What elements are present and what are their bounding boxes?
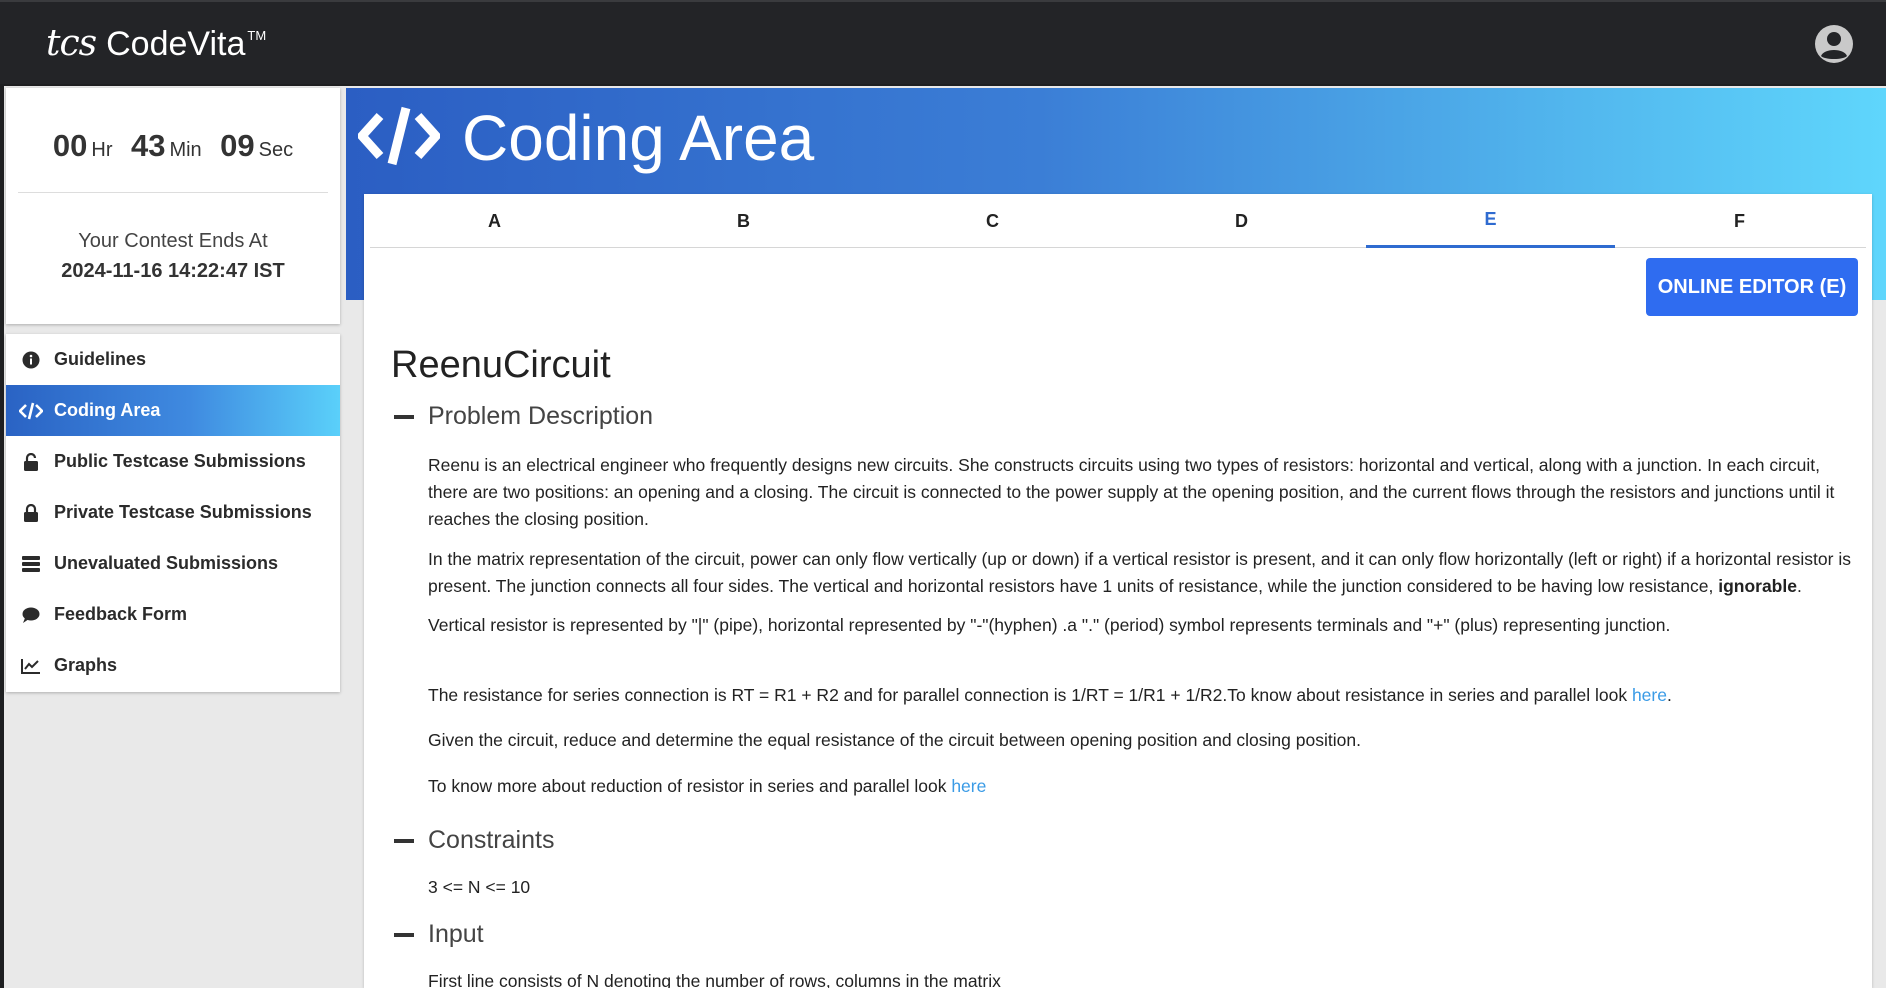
sidebar-item-label: Feedback Form bbox=[54, 604, 188, 624]
brand-tcs: tcs bbox=[46, 23, 97, 64]
description-paragraph-4: The resistance for series connection is … bbox=[428, 682, 1852, 709]
code-icon bbox=[358, 106, 440, 166]
brand-logo[interactable]: tcs CodeVita TM bbox=[46, 20, 266, 68]
paragraph-text: In the matrix representation of the circ… bbox=[428, 549, 1851, 596]
timer-hours: 00 bbox=[52, 128, 88, 163]
timer-card: 00 Hr 43 Min 09 Sec Your Contest Ends At 20… bbox=[6, 88, 340, 324]
sidebar-item-coding-area[interactable]: Coding Area bbox=[6, 385, 340, 436]
sidebar-item-feedback-form[interactable]: Feedback Form bbox=[6, 589, 340, 640]
timer-minutes: 43 bbox=[130, 128, 166, 163]
tab-a[interactable]: A bbox=[370, 194, 619, 248]
paragraph-text: . bbox=[1796, 576, 1802, 596]
lock-icon bbox=[18, 452, 44, 472]
online-editor-button[interactable]: ONLINE EDITOR (E) bbox=[1646, 258, 1858, 316]
sidebar-item-unevaluated-submissions[interactable]: Unevaluated Submissions bbox=[6, 538, 340, 589]
sidebar-nav: Guidelines Coding Area Public Testcase S… bbox=[6, 334, 340, 692]
sidebar-item-label: Graphs bbox=[54, 655, 118, 675]
collapse-icon bbox=[394, 414, 414, 419]
description-paragraph-3: Vertical resistor is represented by "|" … bbox=[428, 615, 1671, 635]
contest-ends-label: Your Contest Ends At bbox=[78, 230, 268, 252]
problem-tabs: A B C D E F bbox=[370, 194, 1866, 248]
sidebar-item-public-testcase-submissions[interactable]: Public Testcase Submissions bbox=[6, 436, 340, 487]
comment-icon bbox=[18, 605, 44, 625]
sidebar-item-guidelines[interactable]: Guidelines bbox=[6, 334, 340, 385]
timer-divider bbox=[18, 192, 328, 193]
section-title: Input bbox=[428, 920, 484, 948]
description-paragraph-2: In the matrix representation of the circ… bbox=[428, 546, 1852, 600]
paragraph-text: To know more about reduction of resistor… bbox=[428, 776, 952, 796]
sidebar-item-label: Unevaluated Submissions bbox=[54, 553, 279, 573]
tab-e[interactable]: E bbox=[1366, 194, 1615, 248]
section-constraints[interactable]: Constraints bbox=[394, 826, 554, 855]
chart-icon bbox=[18, 656, 44, 676]
description-paragraph-6: To know more about reduction of resistor… bbox=[428, 773, 1852, 800]
timer-hours-unit: Hr bbox=[91, 139, 113, 161]
collapse-icon bbox=[394, 932, 414, 937]
countdown-timer: 00 Hr 43 Min 09 Sec bbox=[6, 128, 340, 164]
paragraph-text: . bbox=[1666, 685, 1672, 705]
tab-b[interactable]: B bbox=[619, 194, 868, 248]
sidebar-item-graphs[interactable]: Graphs bbox=[6, 640, 340, 691]
section-input[interactable]: Input bbox=[394, 920, 484, 949]
info-icon bbox=[18, 350, 44, 370]
timer-seconds: 09 bbox=[220, 128, 255, 163]
constraint-text: 3 <= N <= 10 bbox=[428, 877, 531, 897]
timer-seconds-unit: Sec bbox=[258, 139, 294, 161]
bold-text: ignorable bbox=[1718, 576, 1797, 596]
page-title: Coding Area bbox=[462, 102, 815, 174]
reduction-link[interactable]: here bbox=[951, 776, 986, 796]
section-title: Problem Description bbox=[428, 402, 654, 430]
top-bar: tcs CodeVita TM bbox=[0, 0, 1886, 84]
account-icon[interactable] bbox=[1814, 24, 1854, 64]
sidebar-item-label: Private Testcase Submissions bbox=[54, 502, 312, 522]
description-paragraph-1: Reenu is an electrical engineer who freq… bbox=[428, 455, 1835, 529]
lock-icon bbox=[18, 503, 44, 523]
brand-trademark: TM bbox=[247, 28, 267, 43]
resistance-link[interactable]: here bbox=[1632, 685, 1667, 705]
contest-ends-value: 2024-11-16 14:22:47 IST bbox=[61, 260, 285, 282]
sidebar-item-label: Guidelines bbox=[54, 349, 147, 369]
tab-f[interactable]: F bbox=[1615, 194, 1864, 248]
brand-name: CodeVita bbox=[106, 25, 246, 63]
timer-minutes-unit: Min bbox=[169, 139, 202, 161]
paragraph-text: The resistance for series connection is … bbox=[428, 685, 1632, 705]
problem-title: ReenuCircuit bbox=[391, 344, 611, 386]
input-description: First line consists of N denoting the nu… bbox=[428, 971, 1001, 988]
sidebar-item-private-testcase-submissions[interactable]: Private Testcase Submissions bbox=[6, 487, 340, 538]
code-icon bbox=[18, 401, 44, 421]
section-title: Constraints bbox=[428, 826, 555, 854]
description-paragraph-5: Given the circuit, reduce and determine … bbox=[428, 730, 1361, 750]
collapse-icon bbox=[394, 838, 414, 843]
tab-c[interactable]: C bbox=[868, 194, 1117, 248]
list-icon bbox=[18, 554, 44, 574]
tab-d[interactable]: D bbox=[1117, 194, 1366, 248]
problem-panel: A B C D E F ONLINE EDITOR (E) ReenuCircu… bbox=[364, 194, 1872, 988]
section-problem-description[interactable]: Problem Description bbox=[394, 402, 653, 431]
sidebar-item-label: Public Testcase Submissions bbox=[54, 451, 306, 471]
sidebar-item-label: Coding Area bbox=[54, 400, 161, 420]
